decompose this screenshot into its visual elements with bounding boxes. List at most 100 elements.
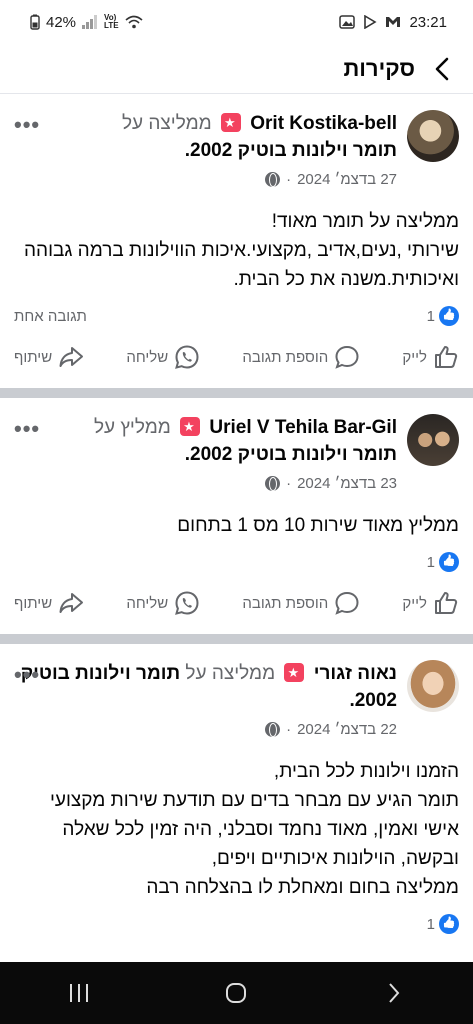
globe-icon [265,722,281,737]
back-icon[interactable] [429,54,455,84]
review-post: Uriel V Tehila Bar-Gil ממליץ על תומר ויל… [0,398,473,634]
review-post: Orit Kostika-bell ממליצה על תומר וילונות… [0,94,473,388]
avatar[interactable] [407,414,459,466]
reviews-feed: Orit Kostika-bell ממליצה על תומר וילונות… [0,94,473,938]
post-stats: 1 תגובה אחת [0,294,473,330]
battery-icon [30,14,40,30]
like-button[interactable]: לייק [402,590,459,616]
back-button[interactable] [374,973,414,1013]
post-date[interactable]: 23 בדצמ׳ 2024 [297,470,397,497]
avatar[interactable] [407,110,459,162]
like-button[interactable]: לייק [402,344,459,370]
like-label: לייק [402,594,427,612]
post-header-text: Uriel V Tehila Bar-Gil ממליץ על תומר ויל… [14,414,397,497]
share-button[interactable]: שיתוף [14,590,84,616]
home-icon [226,983,247,1003]
post-meta: 22 בדצמ׳ 2024 · [14,716,397,743]
thumbs-up-icon [435,592,458,614]
signal-icon [82,15,98,29]
page-title: סקירות [343,55,416,81]
chevron-right-icon [389,983,400,1003]
recent-apps-button[interactable] [59,973,99,1013]
post-header-text: נאוה זגורי ממליצה על תומר וילונות בוטיק … [14,660,397,743]
recommend-icon [284,663,305,682]
share-icon [59,347,84,367]
post-actions: לייק הוספת תגובה שליחה שיתוף [0,330,473,388]
like-badge-icon [439,914,459,934]
recommend-verb: ממליץ על [93,417,171,438]
whatsapp-icon [175,345,199,369]
post-header-text: Orit Kostika-bell ממליצה על תומר וילונות… [14,110,397,193]
send-label: שליחה [126,594,169,612]
post-date[interactable]: 27 בדצמ׳ 2024 [297,166,397,193]
like-count-number: 1 [426,553,435,571]
recommend-verb: ממליצה על [121,113,212,134]
volte-icon: Vo) LTE [104,13,119,30]
review-text: הזמנו וילונות לכל הבית, תומר הגיע עם מבח… [49,761,459,898]
meta-dot: · [286,475,292,492]
recommend-icon [220,113,241,132]
post-header: Uriel V Tehila Bar-Gil ממליץ על תומר ויל… [0,398,473,497]
post-stats: 1 [0,540,473,576]
like-count[interactable]: 1 [427,552,459,572]
battery-percent: 42% [46,13,77,31]
post-date[interactable]: 22 בדצמ׳ 2024 [297,716,397,743]
recommend-verb: ממליצה על [185,663,276,684]
comment-button[interactable]: הוספת תגובה [242,344,360,370]
post-stats: 1 [0,902,473,938]
review-text: ממליצה על תומר מאוד! שירותי ,נעים,אדיב ,… [23,211,459,290]
post-meta: 23 בדצמ׳ 2024 · [14,470,397,497]
thumbs-up-icon [435,346,458,368]
comment-button[interactable]: הוספת תגובה [242,590,360,616]
comment-icon [335,345,359,369]
like-count[interactable]: 1 [427,306,459,326]
wifi-icon [125,15,143,29]
home-button[interactable] [216,973,256,1013]
like-label: לייק [402,348,427,366]
page-name[interactable]: תומר וילונות בוטיק 2002. [185,140,397,161]
page-header: סקירות [0,44,473,94]
gallery-icon [339,15,356,29]
more-options-icon[interactable]: ••• [14,416,40,442]
clock: 23:21 [409,13,447,31]
author-name[interactable]: Uriel V Tehila Bar-Gil [209,417,397,438]
avatar[interactable] [407,660,459,712]
system-nav-bar [0,962,473,1024]
status-right: 23:21 [339,14,447,31]
globe-icon [265,172,281,187]
comment-icon [335,591,359,615]
author-name[interactable]: נאוה זגורי [314,663,397,684]
post-meta: 27 בדצמ׳ 2024 · [14,166,397,193]
comment-label: הוספת תגובה [242,348,329,366]
recommend-icon [180,417,201,436]
review-text: ממליץ מאוד שירות 10 מס 1 בתחום [177,515,459,536]
post-header: Orit Kostika-bell ממליצה על תומר וילונות… [0,94,473,193]
post-actions: לייק הוספת תגובה שליחה שיתוף [0,576,473,634]
author-name[interactable]: Orit Kostika-bell [250,113,397,134]
mail-icon [386,17,401,27]
whatsapp-icon [175,591,199,615]
like-badge-icon [439,306,459,326]
send-label: שליחה [126,348,169,366]
comment-label: הוספת תגובה [242,594,329,612]
like-count-number: 1 [426,307,435,325]
status-bar: 42% Vo) LTE 23:21 [0,0,473,44]
more-options-icon[interactable]: ••• [14,112,40,138]
send-button[interactable]: שליחה [126,344,200,370]
more-options-icon[interactable]: ••• [14,662,40,688]
page-name[interactable]: תומר וילונות בוטיק 2002. [185,444,397,465]
send-button[interactable]: שליחה [126,590,200,616]
like-count[interactable]: 1 [427,914,459,934]
recent-apps-icon [69,984,88,1002]
post-divider [0,388,473,398]
play-icon [364,15,378,29]
meta-dot: · [286,721,292,738]
reply-count[interactable]: תגובה אחת [14,308,87,325]
like-count-number: 1 [426,915,435,933]
share-button[interactable]: שיתוף [14,344,84,370]
post-divider [0,634,473,644]
share-icon [59,593,84,613]
share-label: שיתוף [14,594,53,612]
post-header: נאוה זגורי ממליצה על תומר וילונות בוטיק … [0,644,473,743]
share-label: שיתוף [14,348,53,366]
